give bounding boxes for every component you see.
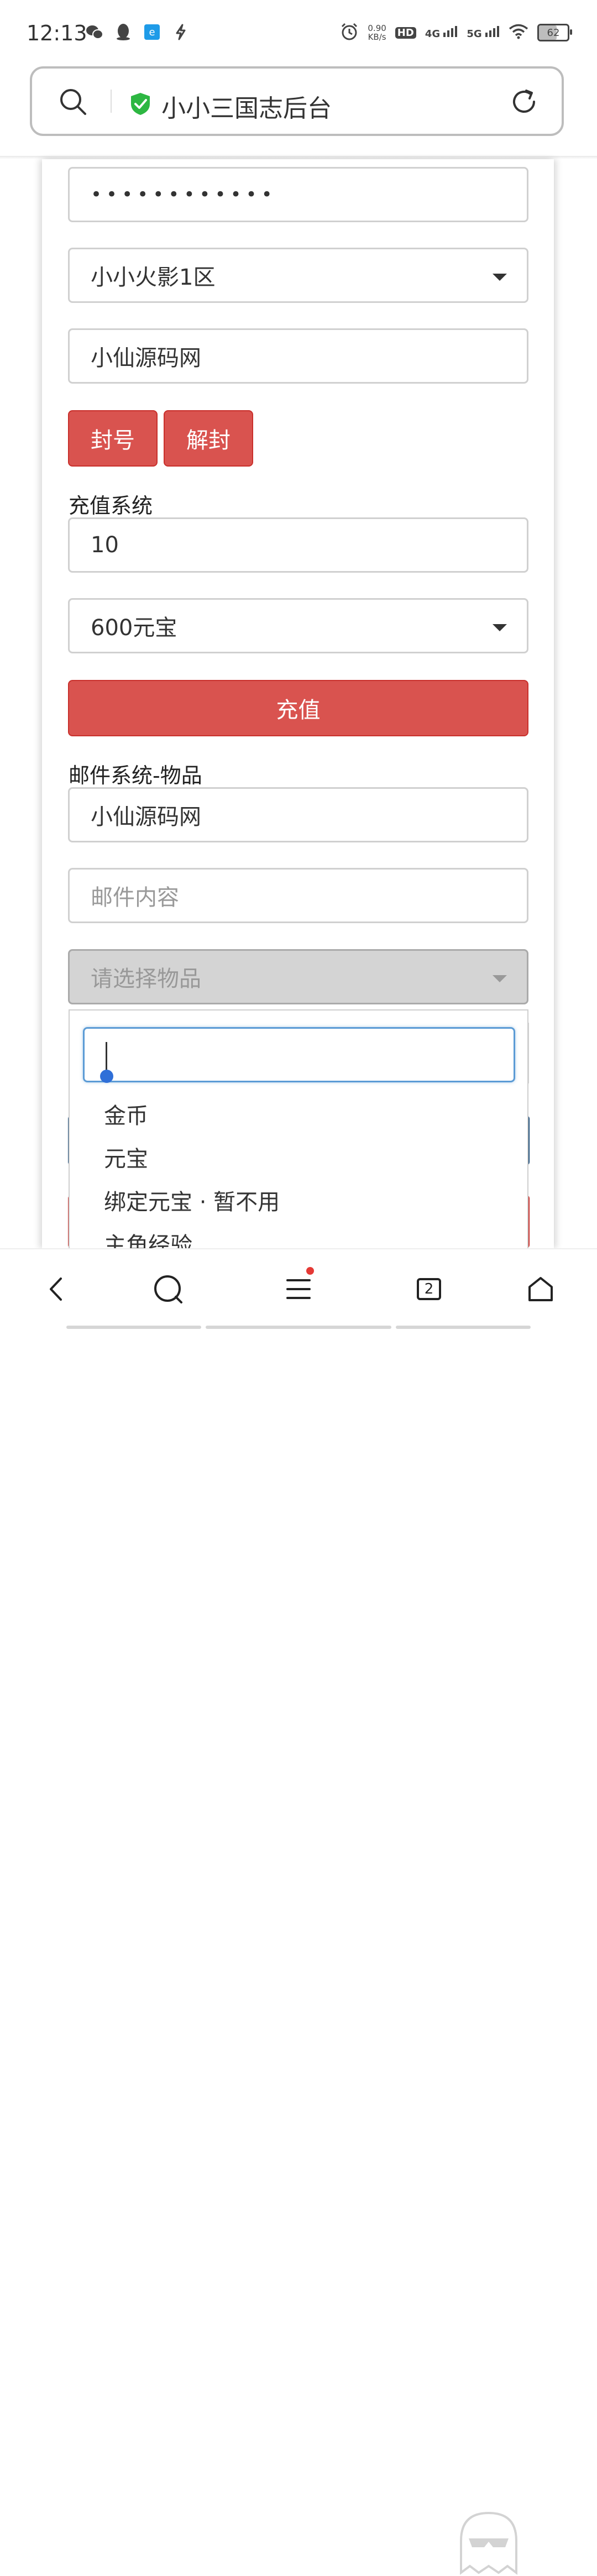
reload-icon[interactable] <box>510 87 538 116</box>
account-name-field[interactable]: 小仙源码网 <box>68 328 528 384</box>
browser-address-bar[interactable]: 小小三国志后台 <box>30 66 564 136</box>
gesture-bar <box>396 1326 531 1329</box>
bolt-icon <box>172 23 190 41</box>
signal-4g: 4G <box>425 25 458 40</box>
page-title[interactable]: 小小三国志后台 <box>161 88 332 124</box>
signal-5g: 5G <box>467 25 500 40</box>
secure-shield-icon <box>131 93 150 115</box>
wifi-icon <box>509 24 528 41</box>
password-field[interactable]: •••••••••••• <box>68 167 528 222</box>
server-select[interactable]: 小小火影1区 <box>68 248 528 303</box>
dropdown-search-input[interactable] <box>83 1027 515 1083</box>
hd-badge: HD <box>395 27 416 39</box>
mail-recipient-field[interactable]: 小仙源码网 <box>68 787 528 842</box>
home-button[interactable] <box>523 1271 558 1307</box>
gesture-bar <box>206 1326 391 1329</box>
notification-icons: e <box>86 23 190 41</box>
home-icon <box>528 1277 553 1301</box>
ban-button[interactable]: 封号 <box>68 410 158 467</box>
network-speed: 0.90 KB/s <box>368 23 386 42</box>
divider <box>111 90 112 113</box>
mail-section-label: 邮件系统-物品 <box>69 763 202 788</box>
alarm-icon <box>340 22 359 43</box>
browser-bottom-nav: 2 <box>0 1248 597 2575</box>
dropdown-option[interactable]: 金币 <box>104 1098 148 1130</box>
chevron-down-icon <box>493 975 507 982</box>
tab-count: 2 <box>417 1278 441 1300</box>
status-time: 12:13 <box>27 21 87 45</box>
search-icon[interactable] <box>59 87 87 116</box>
gesture-bar <box>66 1326 201 1329</box>
menu-button[interactable] <box>281 1267 316 1307</box>
unban-button[interactable]: 解封 <box>164 410 253 467</box>
search-button[interactable] <box>150 1271 186 1307</box>
svg-text:e: e <box>149 27 155 38</box>
app-badge-icon: e <box>143 23 161 41</box>
chevron-left-icon <box>50 1277 62 1301</box>
recharge-section-label: 充值系统 <box>69 494 153 518</box>
search-icon <box>154 1275 182 1303</box>
tabs-button[interactable]: 2 <box>411 1271 447 1307</box>
notification-dot <box>306 1267 314 1275</box>
ghost-mascot-icon <box>460 2511 517 2575</box>
recharge-package-select[interactable]: 600元宝 <box>68 598 528 653</box>
signal-bars-icon <box>485 25 499 37</box>
system-icons: 0.90 KB/s HD 4G 5G 62 <box>340 22 572 43</box>
menu-icon <box>286 1279 311 1299</box>
chevron-down-icon <box>493 274 507 281</box>
mail-content-field[interactable]: 邮件内容 <box>68 868 528 923</box>
cursor-handle[interactable] <box>100 1070 113 1083</box>
battery-indicator: 62 <box>537 24 572 41</box>
chevron-down-icon <box>493 624 507 631</box>
recharge-button[interactable]: 充值 <box>68 680 528 736</box>
dropdown-option[interactable]: 绑定元宝 · 暂不用 <box>104 1184 280 1216</box>
item-select[interactable]: 请选择物品 <box>68 949 528 1004</box>
status-bar: 12:13 e 0.90 KB/s HD 4G 5G 62 <box>0 0 597 65</box>
signal-bars-icon <box>443 25 458 37</box>
wechat-icon <box>86 23 103 41</box>
recharge-amount-field[interactable]: 10 <box>68 517 528 573</box>
item-dropdown[interactable]: 金币 元宝 绑定元宝 · 暂不用 主角经验 <box>69 1009 528 1258</box>
back-button[interactable] <box>39 1271 74 1307</box>
dropdown-option[interactable]: 元宝 <box>104 1141 148 1173</box>
qq-icon <box>114 23 132 41</box>
